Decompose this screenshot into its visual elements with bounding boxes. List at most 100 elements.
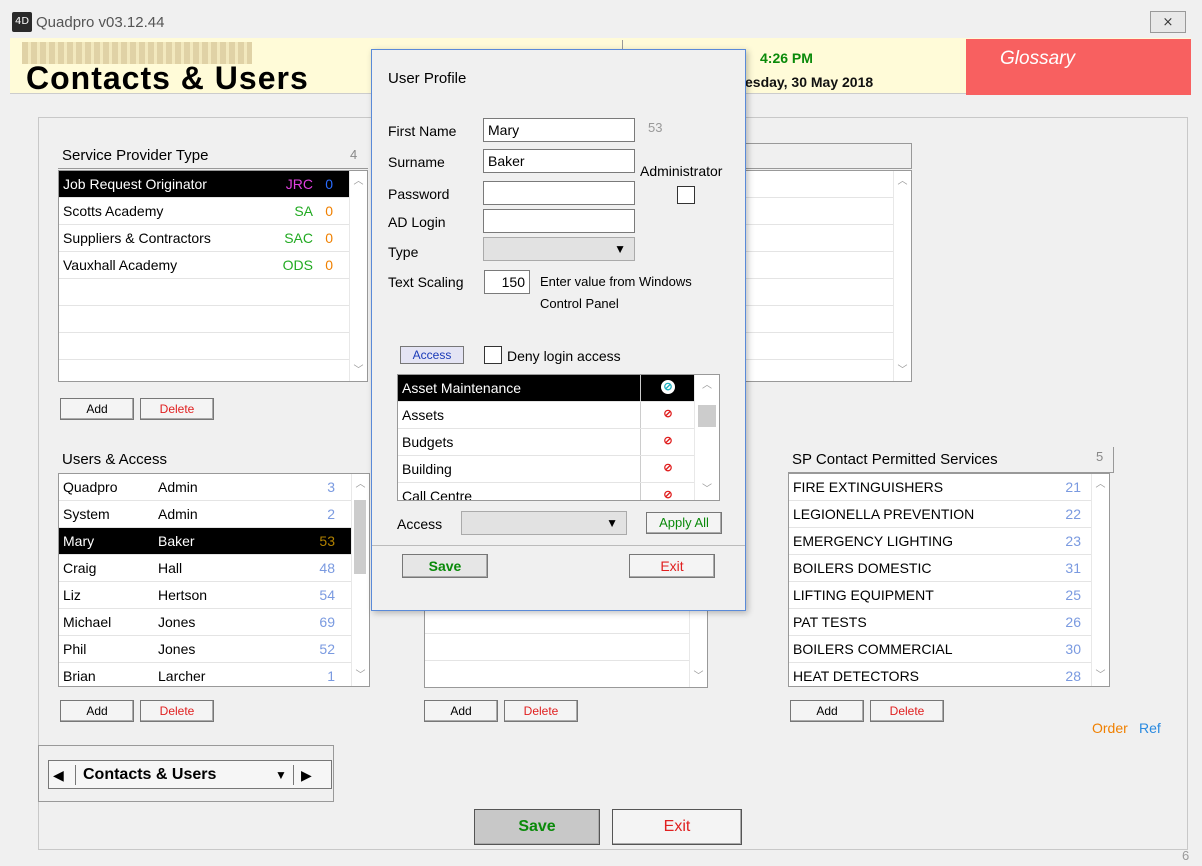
middle-list[interactable]: ﹀: [424, 606, 708, 688]
sp-type-list[interactable]: Job Request Originator JRC 0 Scotts Academy…: [58, 170, 368, 382]
middle-scrollbar[interactable]: ﹀: [689, 607, 707, 687]
scroll-down-icon[interactable]: ﹀: [350, 362, 367, 379]
scroll-up-icon[interactable]: ︿: [695, 377, 719, 394]
list-item[interactable]: [59, 306, 367, 333]
type-dropdown[interactable]: ▼: [483, 237, 635, 261]
access-state-cell[interactable]: ⊘: [640, 375, 695, 401]
table-row[interactable]: Phil Jones 52: [59, 636, 369, 663]
scroll-down-icon[interactable]: ﹀: [695, 481, 719, 498]
middle-delete-button[interactable]: Delete: [504, 700, 578, 722]
password-field[interactable]: [483, 181, 635, 205]
access-row[interactable]: Building ⊘: [398, 456, 719, 483]
text-scaling-field[interactable]: 150: [484, 270, 530, 294]
list-item[interactable]: [746, 360, 911, 381]
access-row[interactable]: Call Centre ⊘: [398, 483, 719, 500]
scroll-up-icon[interactable]: ︿: [352, 476, 369, 493]
sp-contact-add-button[interactable]: Add: [790, 700, 864, 722]
scroll-up-icon[interactable]: ︿: [350, 173, 367, 190]
next-arrow-icon[interactable]: ▶: [301, 767, 312, 784]
chevron-down-icon[interactable]: ▼: [275, 768, 287, 782]
apply-all-button[interactable]: Apply All: [646, 512, 722, 534]
scroll-up-icon[interactable]: ︿: [894, 173, 911, 190]
sp-type-delete-button[interactable]: Delete: [140, 398, 214, 420]
list-item[interactable]: [746, 171, 911, 198]
scroll-down-icon[interactable]: ﹀: [352, 667, 369, 684]
list-item[interactable]: Vauxhall Academy ODS 0: [59, 252, 367, 279]
list-item[interactable]: [425, 661, 707, 687]
list-item[interactable]: LIFTING EQUIPMENT 25: [789, 582, 1109, 609]
ref-link[interactable]: Ref: [1139, 720, 1161, 736]
table-row[interactable]: Craig Hall 48: [59, 555, 369, 582]
list-item[interactable]: Job Request Originator JRC 0: [59, 171, 367, 198]
list-item[interactable]: [746, 225, 911, 252]
access-scroll-thumb[interactable]: [698, 405, 716, 427]
scroll-up-icon[interactable]: ︿: [1092, 476, 1109, 493]
sp-contact-scrollbar[interactable]: ︿ ﹀: [1091, 474, 1109, 686]
glossary-button[interactable]: Glossary: [966, 39, 1191, 95]
users-scroll-thumb[interactable]: [354, 500, 366, 574]
list-item[interactable]: [425, 607, 707, 634]
dialog-save-button[interactable]: Save: [402, 554, 488, 578]
table-row[interactable]: Michael Jones 69: [59, 609, 369, 636]
list-item[interactable]: HEAT DETECTORS 28: [789, 663, 1109, 686]
access-list[interactable]: Asset Maintenance ⊘ Assets ⊘ Budgets ⊘ Buildin…: [397, 374, 720, 501]
sp-type-add-button[interactable]: Add: [60, 398, 134, 420]
sp-type-scrollbar[interactable]: ︿ ﹀: [349, 171, 367, 381]
table-row[interactable]: Mary Baker 53: [59, 528, 369, 555]
close-window-button[interactable]: ⨯: [1150, 11, 1186, 33]
users-delete-button[interactable]: Delete: [140, 700, 214, 722]
prev-arrow-icon[interactable]: ◀: [53, 767, 64, 784]
save-button[interactable]: Save: [474, 809, 600, 845]
access-row[interactable]: Budgets ⊘: [398, 429, 719, 456]
dialog-exit-button[interactable]: Exit: [629, 554, 715, 578]
list-item[interactable]: PAT TESTS 26: [789, 609, 1109, 636]
deny-login-checkbox[interactable]: [484, 346, 502, 364]
table-row[interactable]: Brian Larcher 1: [59, 663, 369, 686]
list-item[interactable]: [59, 333, 367, 360]
list-item[interactable]: [746, 333, 911, 360]
list-item[interactable]: [746, 198, 911, 225]
list-item[interactable]: BOILERS COMMERCIAL 30: [789, 636, 1109, 663]
access-row[interactable]: Assets ⊘: [398, 402, 719, 429]
access-row[interactable]: Asset Maintenance ⊘: [398, 375, 719, 402]
sp-contact-delete-button[interactable]: Delete: [870, 700, 944, 722]
access-tab[interactable]: Access: [400, 346, 464, 364]
first-name-field[interactable]: Mary: [483, 118, 635, 142]
scroll-down-icon[interactable]: ﹀: [894, 362, 911, 379]
table-row[interactable]: Quadpro Admin 3: [59, 474, 369, 501]
access-state-cell[interactable]: ⊘: [640, 402, 695, 428]
table-row[interactable]: System Admin 2: [59, 501, 369, 528]
list-item[interactable]: [746, 279, 911, 306]
middle-add-button[interactable]: Add: [424, 700, 498, 722]
ad-login-field[interactable]: [483, 209, 635, 233]
list-item[interactable]: [425, 634, 707, 661]
users-scrollbar[interactable]: ︿ ﹀: [351, 474, 369, 686]
list-item[interactable]: Scotts Academy SA 0: [59, 198, 367, 225]
list-item[interactable]: LEGIONELLA PREVENTION 22: [789, 501, 1109, 528]
list-item[interactable]: FIRE EXTINGUISHERS 21: [789, 474, 1109, 501]
access-scrollbar[interactable]: ︿ ﹀: [694, 375, 719, 500]
contacts-list[interactable]: ︿ ﹀: [746, 170, 912, 382]
list-item[interactable]: [59, 360, 367, 381]
scroll-down-icon[interactable]: ﹀: [690, 668, 707, 685]
surname-field[interactable]: Baker: [483, 149, 635, 173]
sp-contact-list[interactable]: FIRE EXTINGUISHERS 21 LEGIONELLA PREVENTIO…: [788, 473, 1110, 687]
users-list[interactable]: Quadpro Admin 3 System Admin 2 Mary Baker 53 Crai…: [58, 473, 370, 687]
access-state-cell[interactable]: ⊘: [640, 483, 695, 500]
table-row[interactable]: Liz Hertson 54: [59, 582, 369, 609]
contacts-scrollbar[interactable]: ︿ ﹀: [893, 171, 911, 381]
access-state-cell[interactable]: ⊘: [640, 429, 695, 455]
scroll-down-icon[interactable]: ﹀: [1092, 667, 1109, 684]
order-link[interactable]: Order: [1092, 720, 1128, 736]
list-item[interactable]: [746, 252, 911, 279]
access-state-cell[interactable]: ⊘: [640, 456, 695, 482]
nav-selected-label[interactable]: Contacts & Users: [83, 766, 216, 784]
access-dropdown[interactable]: ▼: [461, 511, 627, 535]
users-add-button[interactable]: Add: [60, 700, 134, 722]
list-item[interactable]: Suppliers & Contractors SAC 0: [59, 225, 367, 252]
exit-button[interactable]: Exit: [612, 809, 742, 845]
list-item[interactable]: [746, 306, 911, 333]
list-item[interactable]: [59, 279, 367, 306]
list-item[interactable]: BOILERS DOMESTIC 31: [789, 555, 1109, 582]
administrator-checkbox[interactable]: [677, 186, 695, 204]
